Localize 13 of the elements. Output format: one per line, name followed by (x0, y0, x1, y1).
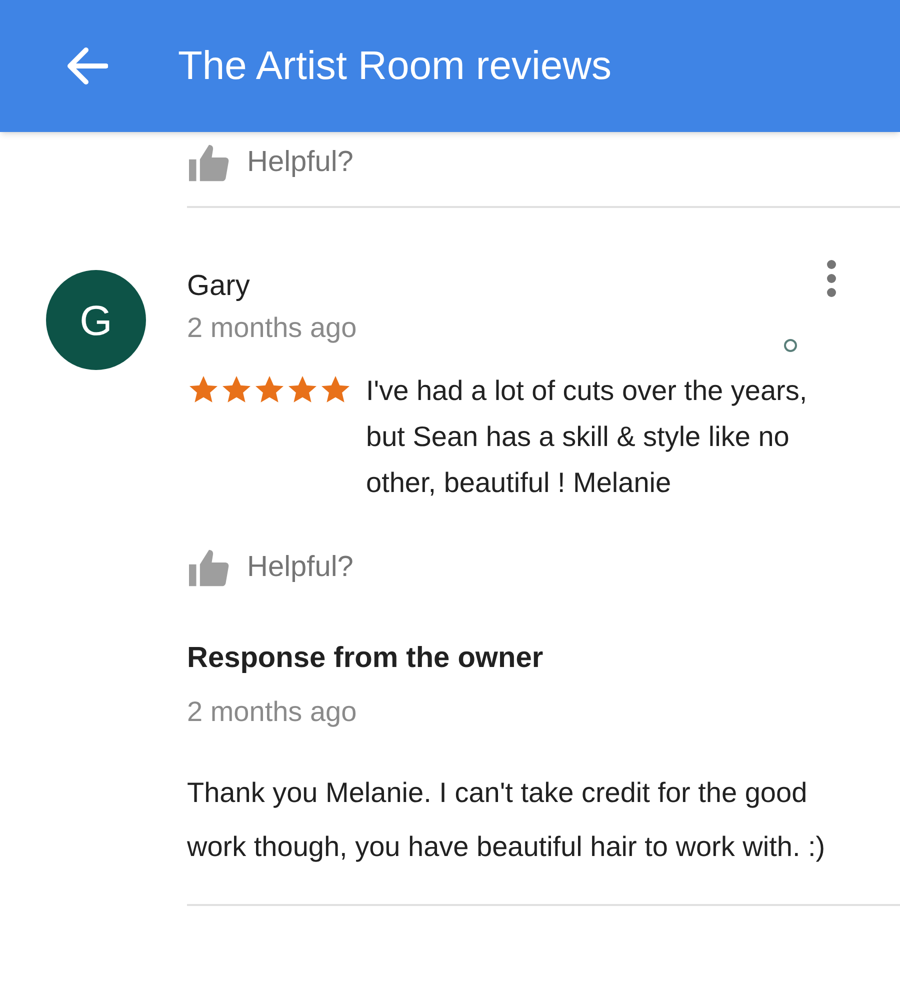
review-text: I've had a lot of cuts over the years, but Sean has a skill & style like no other, beautiful ! Melanie (366, 374, 808, 500)
app-bar-title: The Artist Room reviews (178, 43, 612, 90)
avatar: G (46, 270, 146, 370)
review-time: 2 months ago (187, 311, 357, 345)
author-name: Gary (187, 269, 250, 304)
owner-response-heading: Response from the owner (187, 640, 544, 676)
response-text: Thank you Melanie. I can't take credit for the good work though, you have beautiful hair to work with. :) (187, 776, 826, 864)
more-options-icon[interactable] (827, 260, 836, 297)
response-time: 2 months ago (187, 694, 358, 729)
thumbs-up-icon (187, 548, 231, 588)
helpful-button[interactable]: Helpful? (247, 546, 354, 590)
helpful-button[interactable]: Helpful? (247, 141, 354, 185)
thumbs-up-icon (187, 143, 231, 183)
